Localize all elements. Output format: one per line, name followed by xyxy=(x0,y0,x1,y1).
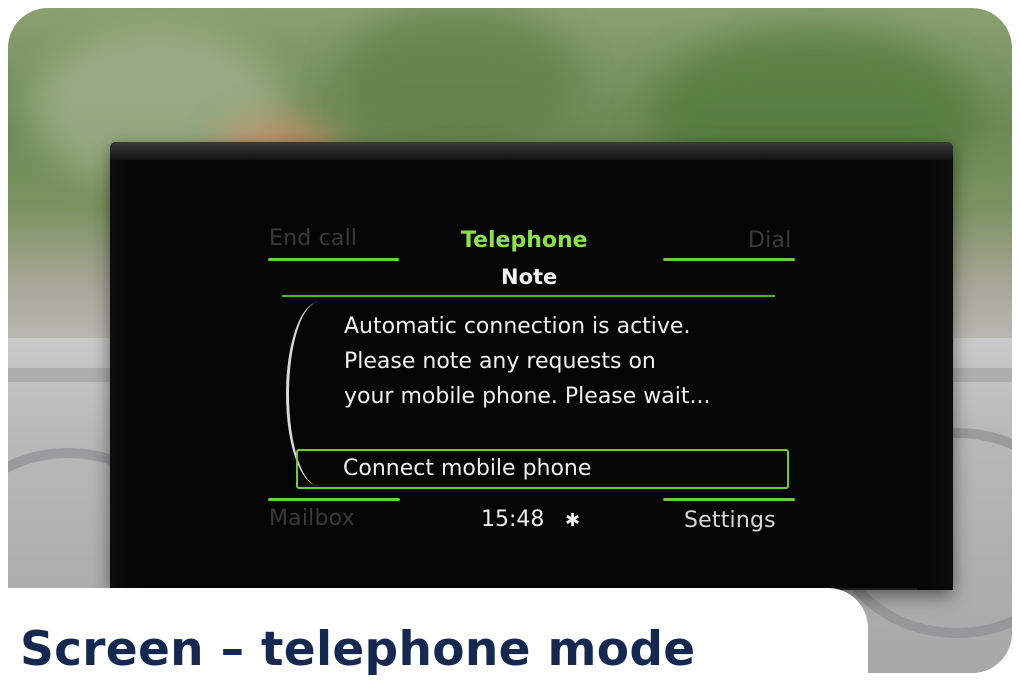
note-separator xyxy=(282,295,775,297)
caption-title: Screen – telephone mode xyxy=(20,622,696,677)
softkey-bar-left-bottom xyxy=(268,498,400,501)
dial-softkey[interactable]: Dial xyxy=(748,228,791,253)
screen-title: Telephone xyxy=(461,228,588,253)
message-line: Please note any requests on xyxy=(344,349,656,374)
note-heading: Note xyxy=(501,265,558,289)
bluetooth-icon: ✱ xyxy=(565,510,581,531)
softkey-bar-left-top xyxy=(268,258,399,261)
message-text: Automatic connection is active. Please n… xyxy=(344,309,710,414)
connect-mobile-phone-option[interactable]: Connect mobile phone xyxy=(296,449,789,489)
message-line: Automatic connection is active. xyxy=(344,314,691,339)
mailbox-softkey[interactable]: Mailbox xyxy=(269,506,355,531)
clock: 15:48 xyxy=(481,507,545,532)
softkey-bar-right-bottom xyxy=(663,498,795,501)
connect-option-label: Connect mobile phone xyxy=(343,456,592,481)
settings-softkey[interactable]: Settings xyxy=(684,508,776,533)
background-blur xyxy=(338,8,578,148)
message-line: your mobile phone. Please wait... xyxy=(344,384,711,409)
softkey-bar-right-top xyxy=(663,258,795,261)
infotainment-display: End call Telephone Dial Note Automatic c… xyxy=(110,142,953,590)
end-call-softkey[interactable]: End call xyxy=(269,226,357,251)
telephone-screen: End call Telephone Dial Note Automatic c… xyxy=(110,142,953,590)
